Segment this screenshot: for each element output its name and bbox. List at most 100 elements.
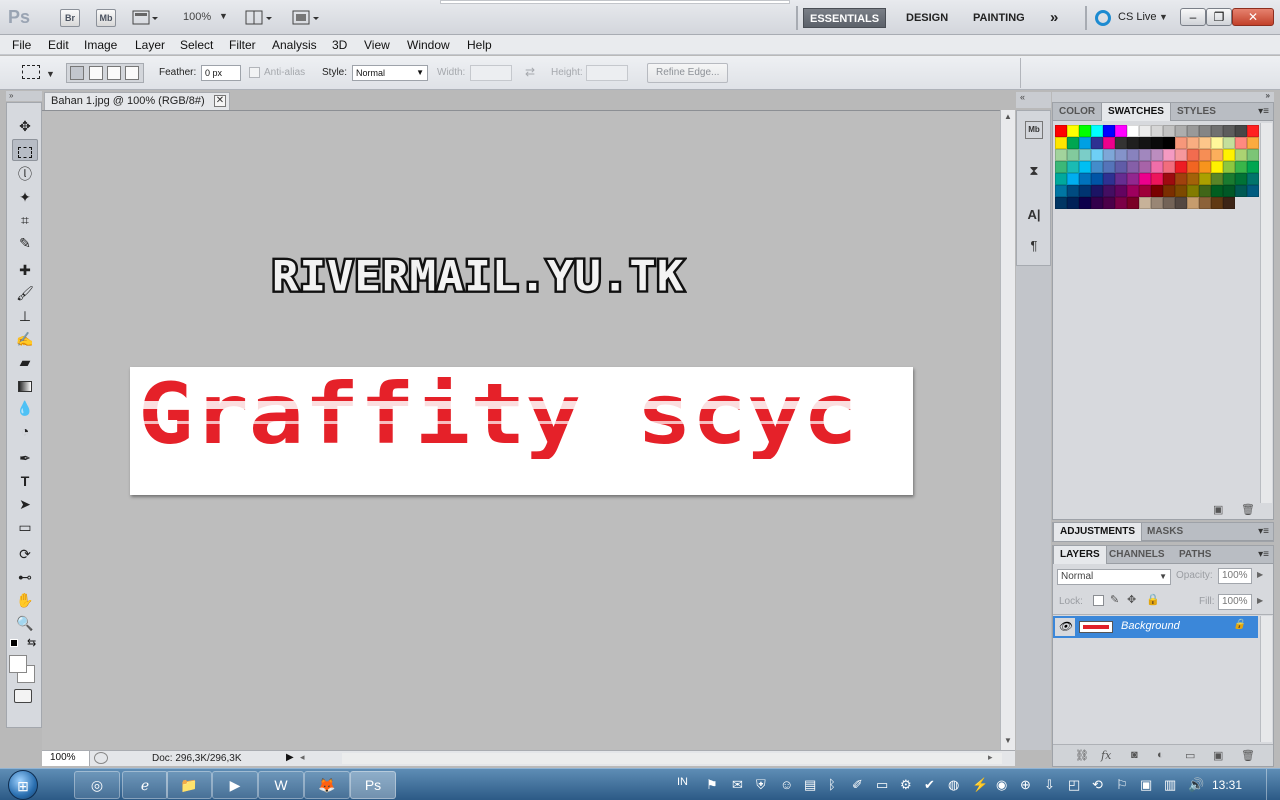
color-swatch[interactable] [1187, 137, 1199, 149]
restore-button[interactable]: ❐ [1206, 8, 1232, 26]
color-swatch[interactable] [1151, 161, 1163, 173]
eyedropper-tool-icon[interactable]: ✎ [12, 232, 38, 254]
pen-tool-icon[interactable]: ✒ [12, 447, 38, 469]
color-swatch[interactable] [1187, 149, 1199, 161]
color-swatch[interactable] [1163, 197, 1175, 209]
lasso-tool-icon[interactable]: ⓛ [12, 163, 38, 185]
tray-network-icon[interactable]: ⊕ [1020, 777, 1031, 793]
color-swatch[interactable] [1103, 137, 1115, 149]
color-swatch[interactable] [1067, 149, 1079, 161]
menu-window[interactable]: Window [407, 38, 450, 52]
tray-bluetooth-icon[interactable]: ᛒ [828, 777, 836, 792]
add-to-selection-icon[interactable] [89, 66, 103, 80]
height-input[interactable] [586, 65, 628, 81]
dock-collapse-icon[interactable]: « [1016, 92, 1051, 108]
color-swatch[interactable] [1175, 185, 1187, 197]
tab-styles[interactable]: STYLES [1171, 103, 1222, 121]
color-swatch[interactable] [1127, 185, 1139, 197]
color-swatch[interactable] [1091, 125, 1103, 137]
color-swatch[interactable] [1055, 137, 1067, 149]
scroll-left-icon[interactable]: ◂ [300, 752, 305, 763]
color-swatch[interactable] [1067, 173, 1079, 185]
swatches-scrollbar[interactable] [1260, 123, 1272, 503]
color-swatch[interactable] [1223, 125, 1235, 137]
brush-tool-icon[interactable]: 🖌 [12, 282, 38, 304]
color-swatch[interactable] [1055, 197, 1067, 209]
color-swatch[interactable] [1247, 149, 1259, 161]
color-swatch[interactable] [1067, 125, 1079, 137]
taskbar-media-player-icon[interactable]: ▶ [212, 771, 258, 799]
view-extras-menu[interactable] [132, 9, 158, 27]
color-swatch[interactable] [1247, 185, 1259, 197]
layers-scrollbar[interactable] [1260, 616, 1272, 742]
color-swatch[interactable] [1151, 173, 1163, 185]
refine-edge-button[interactable]: Refine Edge... [647, 63, 729, 83]
color-swatch[interactable] [1115, 125, 1127, 137]
color-swatch[interactable] [1175, 149, 1187, 161]
document-canvas[interactable]: Graffity scyc [130, 365, 913, 495]
screen-mode-menu[interactable] [292, 9, 324, 30]
close-document-icon[interactable]: ✕ [214, 95, 226, 107]
color-swatch[interactable] [1127, 197, 1139, 209]
swap-colors-icon[interactable]: ⇆ [27, 636, 36, 649]
color-swatch[interactable] [1199, 137, 1211, 149]
hand-tool-icon[interactable]: ✋ [12, 589, 38, 611]
color-swatch[interactable] [1223, 173, 1235, 185]
tab-masks[interactable]: MASKS [1141, 523, 1189, 541]
color-swatch[interactable] [1235, 173, 1247, 185]
taskbar-photoshop-icon[interactable]: Ps [350, 771, 396, 799]
color-swatch[interactable] [1151, 137, 1163, 149]
start-button[interactable]: ⊞ [8, 770, 38, 800]
launch-bridge-button[interactable]: Br [60, 9, 80, 27]
tray-disc-icon[interactable]: ◉ [996, 777, 1007, 793]
panel-menu-icon[interactable]: ▾≡ [1258, 549, 1269, 560]
zoom-dropdown-icon[interactable]: ▼ [219, 11, 228, 21]
tray-check-icon[interactable]: ✔ [924, 777, 935, 793]
tray-network-status-icon[interactable]: ▥ [1164, 777, 1176, 793]
rectangular-marquee-tool-icon[interactable] [12, 139, 38, 161]
color-swatch[interactable] [1163, 137, 1175, 149]
menu-filter[interactable]: Filter [229, 38, 256, 52]
fill-input[interactable]: 100% [1218, 594, 1252, 610]
color-swatch[interactable] [1055, 161, 1067, 173]
lock-image-icon[interactable]: ✎ [1110, 593, 1119, 606]
cs-live-dropdown-icon[interactable]: ▼ [1159, 12, 1168, 22]
color-swatch[interactable] [1139, 185, 1151, 197]
color-swatch[interactable] [1199, 185, 1211, 197]
history-brush-tool-icon[interactable]: ✍ [12, 328, 38, 350]
color-swatch[interactable] [1103, 149, 1115, 161]
subtract-from-selection-icon[interactable] [107, 66, 121, 80]
tray-power-icon[interactable]: ⚡ [972, 777, 988, 793]
scroll-up-icon[interactable]: ▲ [1004, 112, 1012, 121]
dodge-tool-icon[interactable]: ◔ [12, 420, 38, 442]
color-swatch[interactable] [1175, 125, 1187, 137]
tab-layers[interactable]: LAYERS [1053, 546, 1107, 564]
color-swatch[interactable] [1091, 173, 1103, 185]
color-swatch[interactable] [1223, 137, 1235, 149]
link-layers-icon[interactable]: ⛓ [1075, 749, 1089, 762]
color-swatch[interactable] [1139, 137, 1151, 149]
menu-3d[interactable]: 3D [332, 38, 347, 52]
color-swatch[interactable] [1115, 185, 1127, 197]
color-swatch[interactable] [1163, 185, 1175, 197]
color-swatch[interactable] [1187, 185, 1199, 197]
tray-globe-icon[interactable]: ◍ [948, 777, 959, 793]
color-swatch[interactable] [1211, 197, 1223, 209]
delete-layer-icon[interactable]: 🗑 [1241, 749, 1255, 762]
status-options-icon[interactable] [94, 752, 108, 764]
tray-flag-icon[interactable]: ⚐ [1116, 777, 1128, 793]
language-indicator[interactable]: IN [677, 776, 688, 788]
toolbar-collapse-icon[interactable]: » [6, 91, 42, 101]
paragraph-panel-icon[interactable]: ¶ [1025, 238, 1043, 256]
color-swatch[interactable] [1247, 161, 1259, 173]
color-swatch[interactable] [1067, 161, 1079, 173]
scroll-down-icon[interactable]: ▼ [1004, 736, 1012, 745]
delete-swatch-icon[interactable]: 🗑 [1241, 503, 1255, 516]
color-swatch[interactable] [1079, 137, 1091, 149]
move-tool-icon[interactable]: ✥ [12, 115, 38, 137]
taskbar-internet-explorer-icon[interactable]: ℯ [122, 771, 168, 799]
color-swatch[interactable] [1091, 137, 1103, 149]
close-button[interactable]: ✕ [1232, 8, 1274, 26]
color-swatch[interactable] [1211, 137, 1223, 149]
color-swatch[interactable] [1079, 149, 1091, 161]
